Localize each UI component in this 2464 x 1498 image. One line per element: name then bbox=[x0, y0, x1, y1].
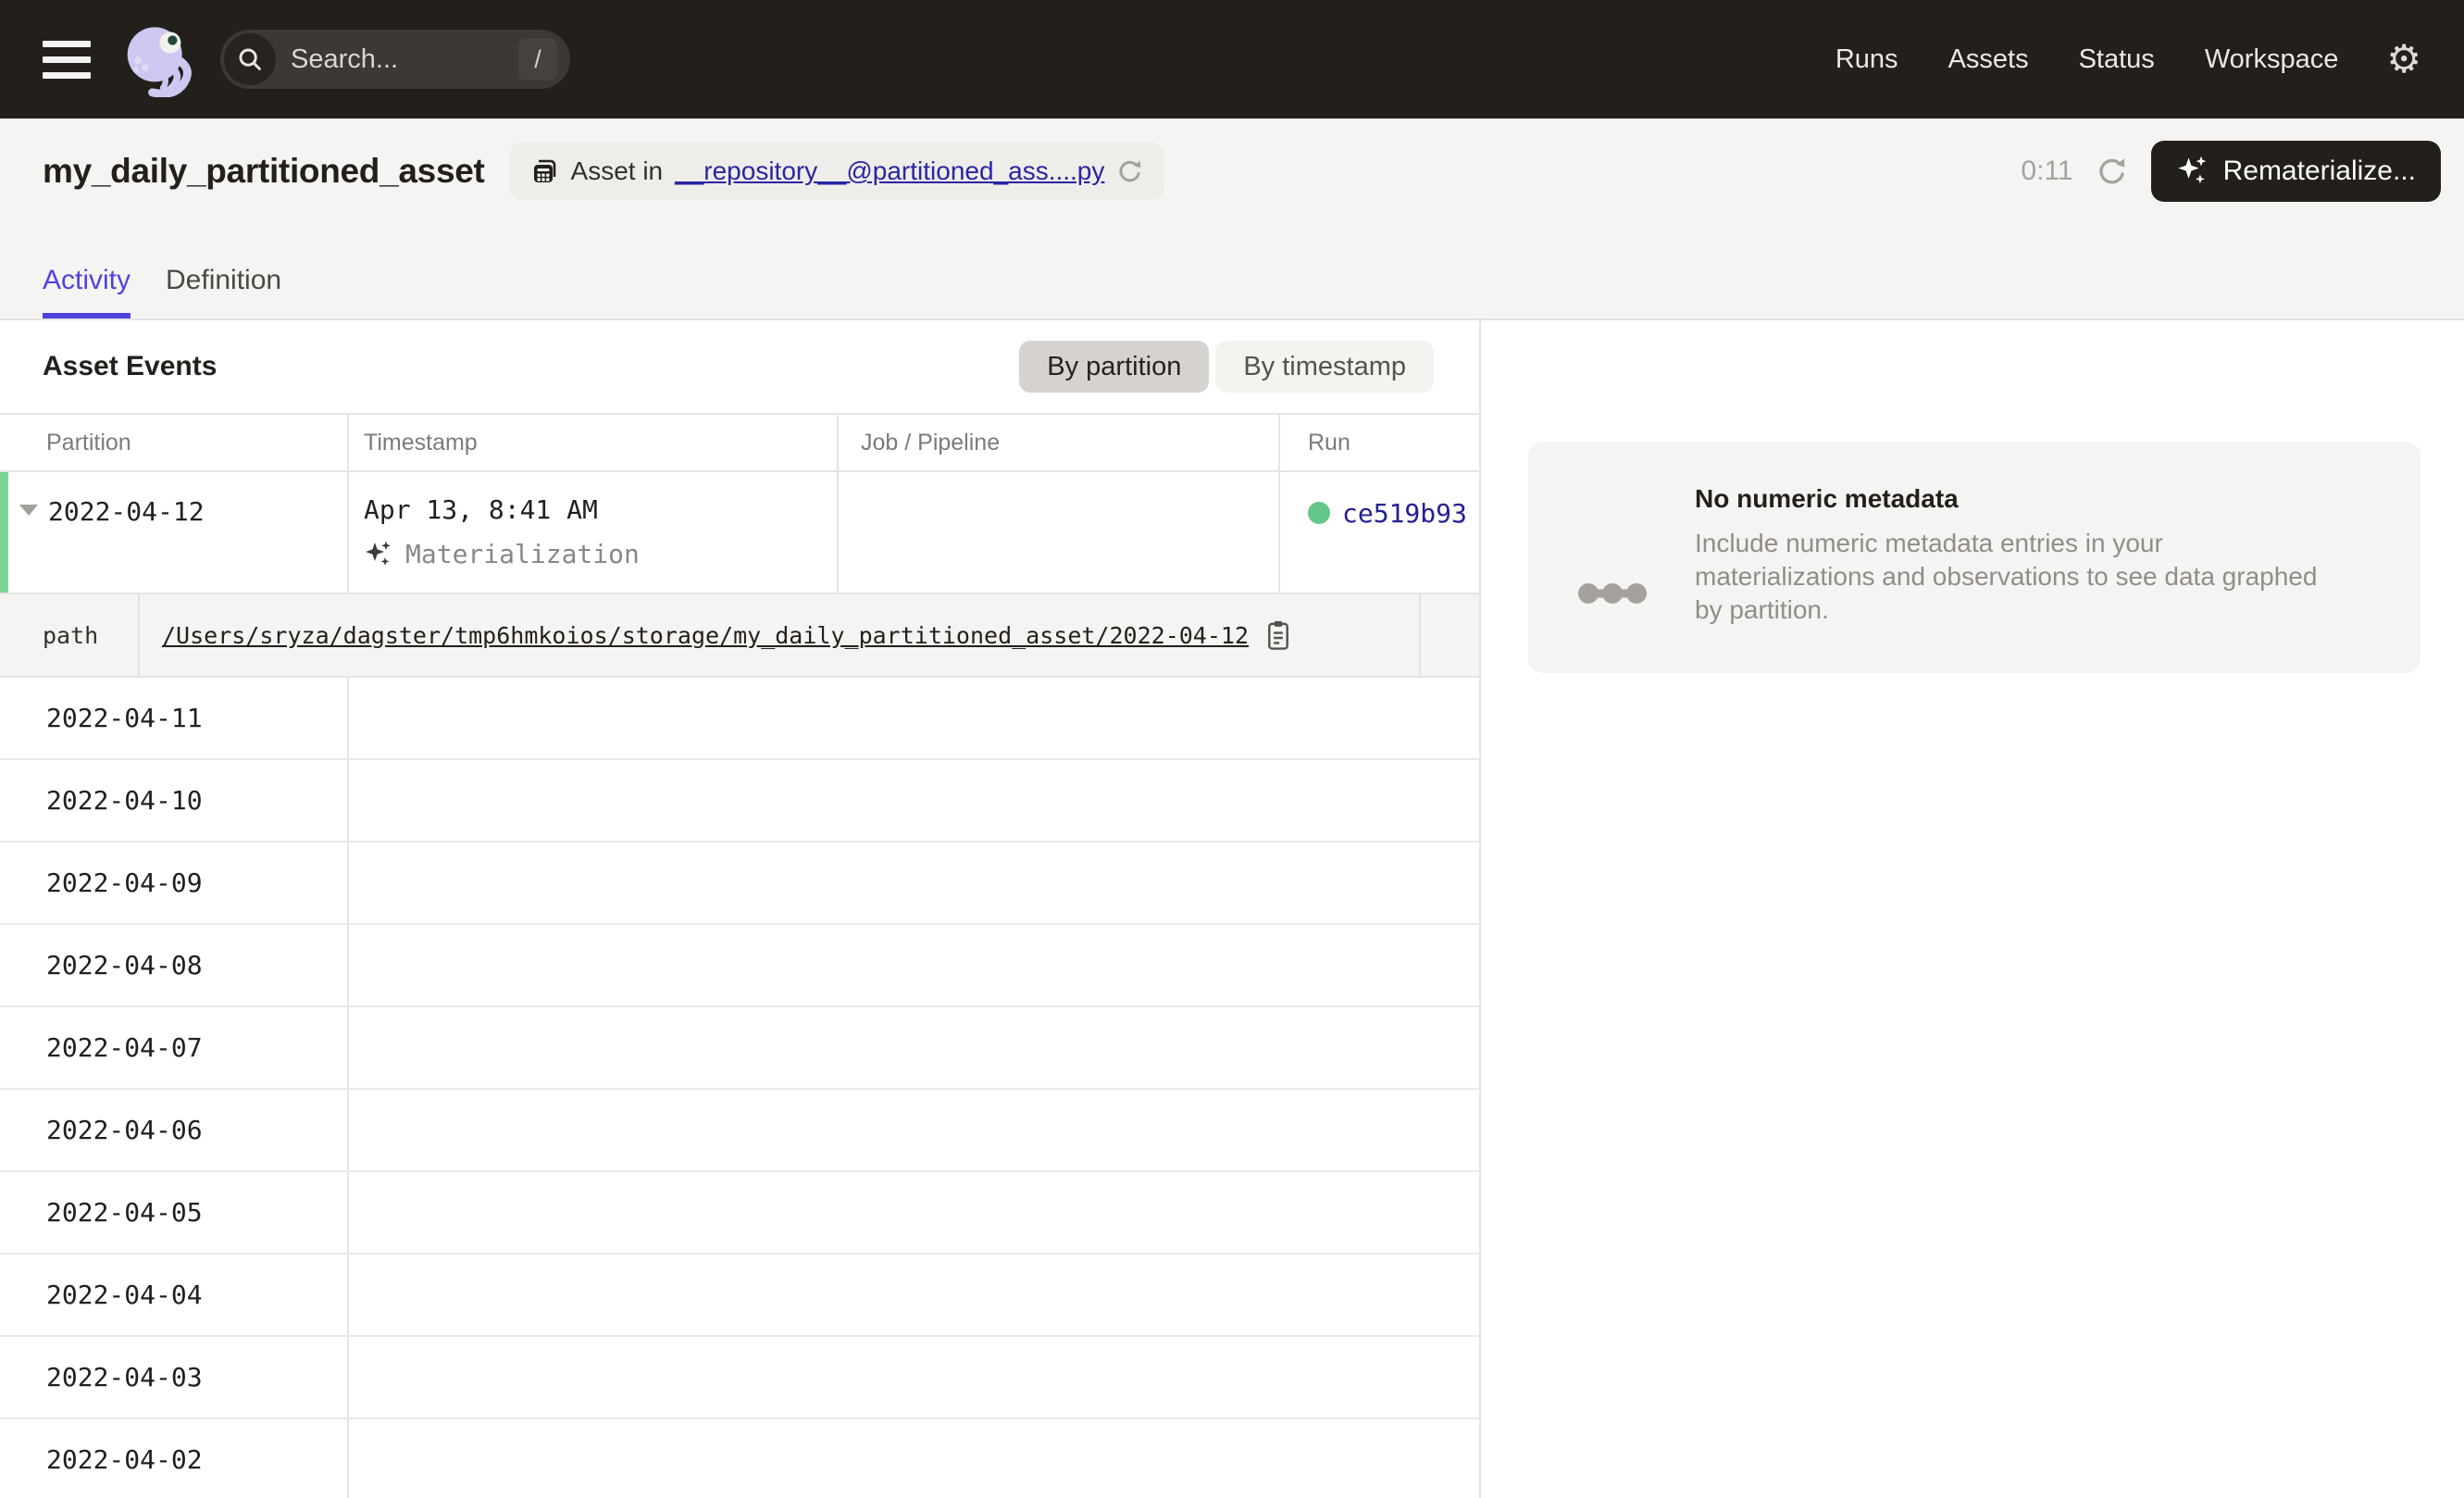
empty-state-body: Include numeric metadata entries in your… bbox=[1695, 527, 2343, 627]
partition-row[interactable]: 2022-04-08 bbox=[0, 925, 1479, 1007]
empty-state-title: No numeric metadata bbox=[1695, 484, 2343, 514]
partition-metadata-panel: No numeric metadata Include numeric meta… bbox=[1479, 320, 2464, 1498]
nav-link-assets[interactable]: Assets bbox=[1948, 44, 2029, 75]
dagster-logo[interactable] bbox=[120, 21, 196, 97]
column-header-run: Run bbox=[1280, 415, 1479, 470]
slash-shortcut-badge: / bbox=[518, 38, 557, 81]
partition-row[interactable]: 2022-04-04 bbox=[0, 1255, 1479, 1337]
menu-icon[interactable] bbox=[43, 41, 91, 79]
asset-page-header: my_daily_partitioned_asset A bbox=[0, 119, 2464, 320]
partition-value: 2022-04-10 bbox=[0, 760, 349, 841]
asset-in-badge: Asset in __repository__@partitioned_ass.… bbox=[509, 143, 1165, 200]
partition-row[interactable]: 2022-04-11 bbox=[0, 678, 1479, 760]
partition-row[interactable]: 2022-04-10 bbox=[0, 760, 1479, 843]
metadata-path-link[interactable]: /Users/sryza/dagster/tmp6hmkoios/storage… bbox=[162, 622, 1249, 649]
partition-value: 2022-04-07 bbox=[0, 1007, 349, 1088]
partition-row[interactable]: 2022-04-09 bbox=[0, 843, 1479, 925]
materialization-sparkle-icon bbox=[364, 540, 393, 569]
nav-link-status[interactable]: Status bbox=[2079, 44, 2155, 75]
metadata-row-end-cell bbox=[1421, 594, 1479, 676]
metadata-key: path bbox=[0, 594, 140, 676]
partition-value: 2022-04-04 bbox=[0, 1255, 349, 1335]
by-timestamp-button[interactable]: By timestamp bbox=[1215, 341, 1434, 393]
dagster-asset-page: / Runs Assets Status Workspace ⚙ my_dail… bbox=[0, 0, 2464, 1498]
refresh-icon[interactable] bbox=[2096, 155, 2129, 188]
reload-icon[interactable] bbox=[1116, 157, 1144, 185]
events-table-header: Partition Timestamp Job / Pipeline Run bbox=[0, 413, 1479, 472]
rematerialize-label: Rematerialize... bbox=[2223, 156, 2416, 187]
search-input[interactable] bbox=[289, 44, 487, 76]
page-title: my_daily_partitioned_asset bbox=[43, 152, 485, 191]
no-numeric-metadata-card: No numeric metadata Include numeric meta… bbox=[1528, 442, 2420, 673]
partition-value: 2022-04-09 bbox=[0, 843, 349, 923]
search-icon bbox=[224, 33, 276, 85]
event-type-label: Materialization bbox=[405, 539, 640, 569]
sparkle-icon bbox=[2176, 155, 2209, 188]
partition-value: 2022-04-12 bbox=[48, 496, 205, 593]
refresh-countdown: 0:11 bbox=[2021, 156, 2072, 187]
asset-events-section: Asset Events By partition By timestamp P… bbox=[0, 320, 1479, 1498]
partition-row[interactable]: 2022-04-06 bbox=[0, 1090, 1479, 1172]
partition-row[interactable]: 2022-04-02 bbox=[0, 1419, 1479, 1498]
graphed-dots-icon bbox=[1576, 514, 1649, 673]
partition-value: 2022-04-02 bbox=[0, 1419, 349, 1498]
nav-link-workspace[interactable]: Workspace bbox=[2205, 44, 2339, 75]
by-partition-button[interactable]: By partition bbox=[1019, 341, 1209, 393]
partition-row[interactable]: 2022-04-07 bbox=[0, 1007, 1479, 1090]
table-row-expanded[interactable]: 2022-04-12 Apr 13, 8:41 AM Materializati… bbox=[0, 472, 1479, 594]
asset-events-heading: Asset Events bbox=[43, 351, 217, 382]
copy-clipboard-icon[interactable] bbox=[1264, 619, 1292, 651]
top-navbar: / Runs Assets Status Workspace ⚙ bbox=[0, 0, 2464, 119]
asset-tabs: Activity Definition bbox=[43, 265, 281, 318]
primary-nav: Runs Assets Status Workspace bbox=[1836, 44, 2338, 75]
octopus-logo-icon bbox=[120, 21, 196, 97]
repository-link[interactable]: __repository__@partitioned_ass....py bbox=[675, 156, 1104, 186]
column-header-partition: Partition bbox=[0, 415, 349, 470]
job-pipeline-cell bbox=[839, 472, 1280, 593]
partition-value: 2022-04-05 bbox=[0, 1172, 349, 1253]
collapse-caret-icon[interactable] bbox=[19, 505, 38, 516]
partition-value: 2022-04-08 bbox=[0, 925, 349, 1005]
tab-definition[interactable]: Definition bbox=[166, 265, 281, 318]
column-header-timestamp: Timestamp bbox=[349, 415, 839, 470]
partition-value: 2022-04-06 bbox=[0, 1090, 349, 1170]
rematerialize-button[interactable]: Rematerialize... bbox=[2151, 141, 2441, 202]
run-status-dot bbox=[1308, 502, 1330, 524]
nav-link-runs[interactable]: Runs bbox=[1836, 44, 1898, 75]
partition-row[interactable]: 2022-04-05 bbox=[0, 1172, 1479, 1255]
partition-value: 2022-04-11 bbox=[0, 678, 349, 758]
partition-value: 2022-04-03 bbox=[0, 1337, 349, 1417]
event-timestamp: Apr 13, 8:41 AM bbox=[364, 494, 837, 525]
events-view-toggle: By partition By timestamp bbox=[1019, 341, 1434, 393]
run-link[interactable]: ce519b93 bbox=[1342, 498, 1467, 529]
partition-row[interactable]: 2022-04-03 bbox=[0, 1337, 1479, 1419]
search-box[interactable]: / bbox=[220, 30, 570, 89]
partition-status-bar bbox=[0, 472, 8, 593]
asset-group-icon bbox=[529, 156, 559, 186]
column-header-job-pipeline: Job / Pipeline bbox=[839, 415, 1280, 470]
settings-gear-icon[interactable]: ⚙ bbox=[2386, 40, 2421, 79]
tab-activity[interactable]: Activity bbox=[43, 265, 131, 318]
metadata-row: path /Users/sryza/dagster/tmp6hmkoios/st… bbox=[0, 594, 1479, 678]
asset-in-label: Asset in bbox=[571, 156, 664, 186]
